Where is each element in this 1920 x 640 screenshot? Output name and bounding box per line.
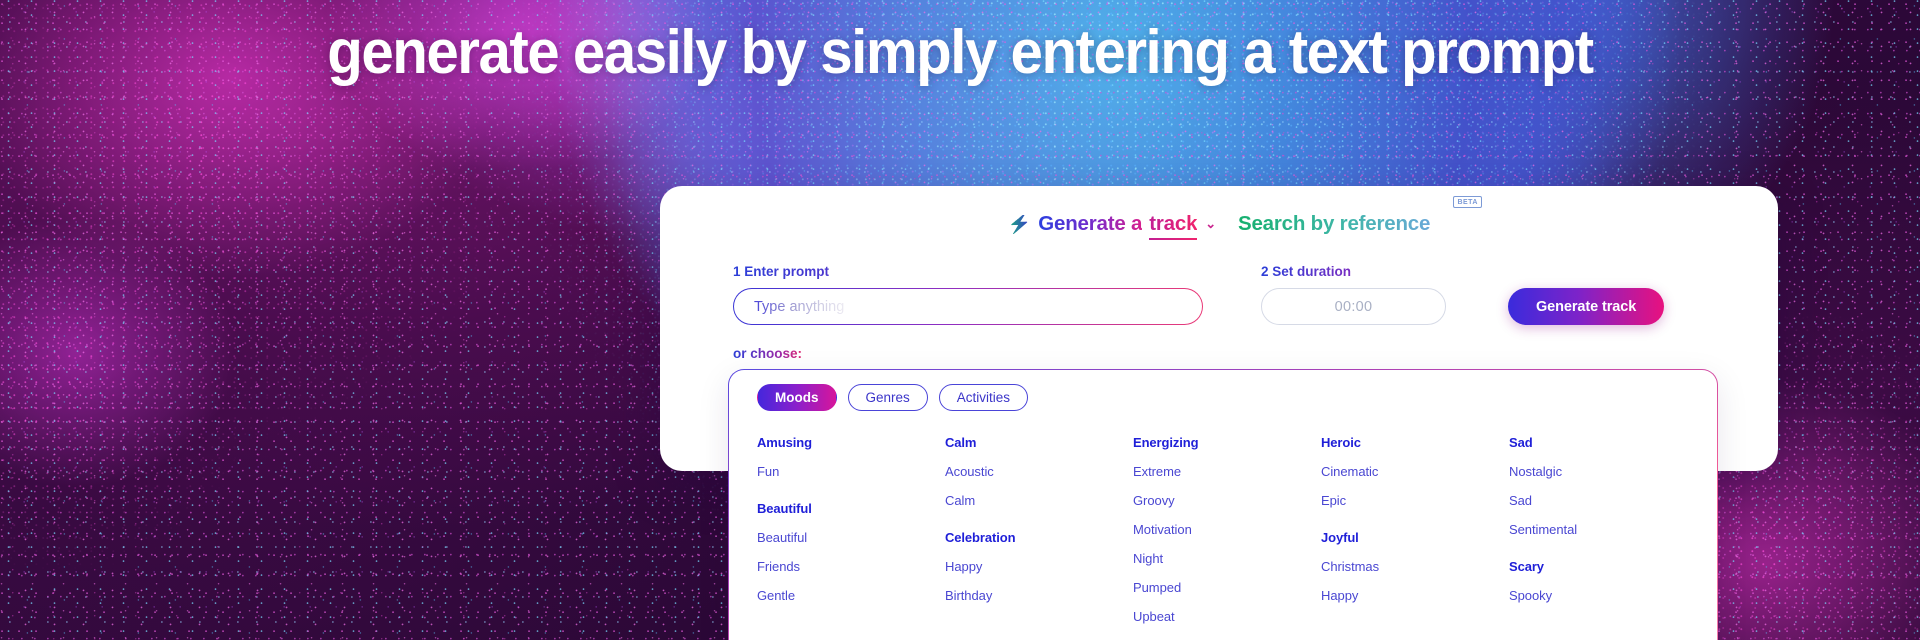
tag-group: Joyful Christmas Happy xyxy=(1321,530,1509,603)
tag-column: Calm Acoustic Calm Celebration Happy Birthday xyxy=(945,435,1133,640)
tag-item[interactable]: Motivation xyxy=(1133,522,1321,537)
tag-group-title: Scary xyxy=(1509,559,1544,574)
lightning-bolt-icon: ⚡ xyxy=(1007,213,1032,235)
tag-item[interactable]: Acoustic xyxy=(945,464,1133,479)
prompt-input[interactable]: Type anything xyxy=(733,288,1203,325)
tag-item[interactable]: Sad xyxy=(1509,493,1697,508)
tag-item[interactable]: Groovy xyxy=(1133,493,1321,508)
tag-column: Sad Nostalgic Sad Sentimental Scary Spooky xyxy=(1509,435,1697,640)
prompt-placeholder: Type anything xyxy=(754,298,845,315)
tag-item[interactable]: Epic xyxy=(1321,493,1509,508)
tag-item[interactable]: Nostalgic xyxy=(1509,464,1697,479)
tab-generate-label: Generate a xyxy=(1038,212,1143,235)
tag-group: Amusing Fun xyxy=(757,435,945,479)
tag-group: Sad Nostalgic Sad Sentimental xyxy=(1509,435,1697,537)
duration-label: 2 Set duration xyxy=(1261,264,1446,279)
tag-column: Heroic Cinematic Epic Joyful Christmas Happy xyxy=(1321,435,1509,640)
or-choose-label: or choose: xyxy=(733,346,803,361)
tag-column: Energizing Extreme Groovy Motivation Night Pu… xyxy=(1133,435,1321,640)
tag-picker-panel: Moods Genres Activities Amusing Fun Beautifu… xyxy=(728,369,1718,640)
tag-pill-genres[interactable]: Genres xyxy=(847,384,928,411)
tag-group-title: Calm xyxy=(945,435,977,450)
tag-item[interactable]: Cinematic xyxy=(1321,464,1509,479)
tag-item[interactable]: Christmas xyxy=(1321,559,1509,574)
tab-generate-a-track[interactable]: ⚡ Generate a track ⌄ xyxy=(1007,212,1216,240)
tag-item[interactable]: Fun xyxy=(757,464,945,479)
tag-group-title: Beautiful xyxy=(757,501,812,516)
tag-item[interactable]: Friends xyxy=(757,559,945,574)
prompt-field-group: 1 Enter prompt Type anything xyxy=(733,264,1203,325)
chevron-down-icon[interactable]: ⌄ xyxy=(1205,216,1216,232)
duration-field-group: 2 Set duration 00:00 xyxy=(1261,264,1446,325)
tag-item[interactable]: Happy xyxy=(945,559,1133,574)
track-type-value: track xyxy=(1149,212,1198,235)
tag-pill-activities[interactable]: Activities xyxy=(938,384,1029,411)
tag-group: Heroic Cinematic Epic xyxy=(1321,435,1509,508)
tag-group-title: Amusing xyxy=(757,435,812,450)
tag-item[interactable]: Calm xyxy=(945,493,1133,508)
mode-tabs: ⚡ Generate a track ⌄ Search by reference xyxy=(660,212,1778,240)
tag-group-title: Energizing xyxy=(1133,435,1199,450)
tag-group-title: Heroic xyxy=(1321,435,1361,450)
tag-item[interactable]: Gentle xyxy=(757,588,945,603)
tag-item[interactable]: Extreme xyxy=(1133,464,1321,479)
tag-column: Amusing Fun Beautiful Beautiful Friends Gentl… xyxy=(757,435,945,640)
tag-group: Calm Acoustic Calm xyxy=(945,435,1133,508)
generate-track-button[interactable]: Generate track xyxy=(1508,288,1665,325)
tag-group-title: Celebration xyxy=(945,530,1016,545)
tag-item[interactable]: Spooky xyxy=(1509,588,1697,603)
tag-item[interactable]: Pumped xyxy=(1133,580,1321,595)
tag-group: Celebration Happy Birthday xyxy=(945,530,1133,603)
tag-category-pills: Moods Genres Activities xyxy=(729,370,1717,411)
tag-item[interactable]: Night xyxy=(1133,551,1321,566)
tab-search-by-reference[interactable]: Search by reference xyxy=(1238,212,1430,236)
duration-placeholder: 00:00 xyxy=(1334,298,1373,315)
track-underline xyxy=(1149,238,1198,240)
duration-input[interactable]: 00:00 xyxy=(1261,288,1446,325)
tag-item[interactable]: Upbeat xyxy=(1133,609,1321,624)
tag-group-title: Joyful xyxy=(1321,530,1359,545)
tag-group: Energizing Extreme Groovy Motivation Night Pu… xyxy=(1133,435,1321,624)
tab-search-label: Search by reference xyxy=(1237,212,1431,235)
tag-group: Beautiful Beautiful Friends Gentle xyxy=(757,501,945,603)
track-type-selector[interactable]: track xyxy=(1149,212,1198,240)
tag-item[interactable]: Sentimental xyxy=(1509,522,1697,537)
page-headline: generate easily by simply entering a tex… xyxy=(327,18,1594,87)
beta-badge: BETA xyxy=(1453,196,1482,209)
tag-item[interactable]: Beautiful xyxy=(757,530,945,545)
tag-item[interactable]: Birthday xyxy=(945,588,1133,603)
tag-pill-moods[interactable]: Moods xyxy=(757,384,837,411)
tag-columns: Amusing Fun Beautiful Beautiful Friends Gentl… xyxy=(729,411,1717,640)
prompt-label: 1 Enter prompt xyxy=(733,264,1203,279)
tag-group: Scary Spooky xyxy=(1509,559,1697,603)
tag-item[interactable]: Happy xyxy=(1321,588,1509,603)
page-root: generate easily by simply entering a tex… xyxy=(0,0,1920,640)
tag-group-title: Sad xyxy=(1509,435,1533,450)
generator-form: 1 Enter prompt Type anything 2 Set durat… xyxy=(733,264,1730,325)
